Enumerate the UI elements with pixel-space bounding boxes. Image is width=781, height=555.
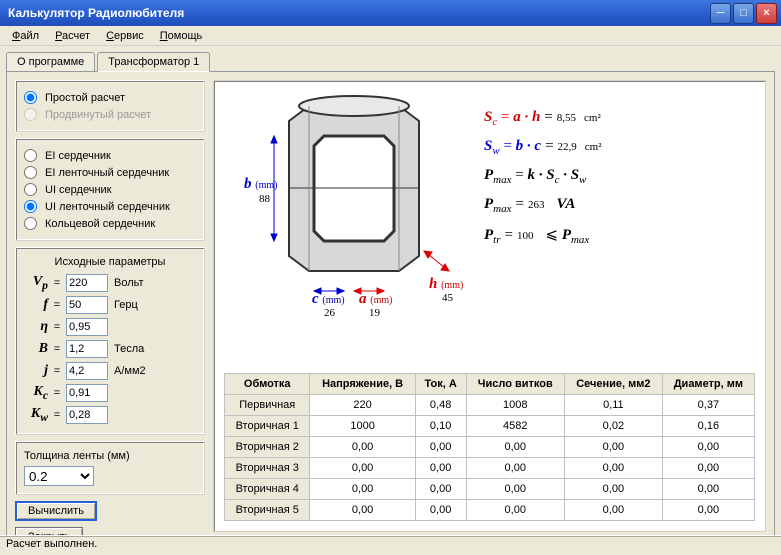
core-group: EI сердечник EI ленточный сердечник UI с…	[15, 138, 205, 241]
tape-select[interactable]: 0.2	[24, 466, 94, 486]
radio-advanced-label: Продвинутый расчет	[45, 109, 151, 121]
input-vp[interactable]	[66, 274, 108, 292]
radio-toroid[interactable]	[24, 217, 37, 230]
statusbar: Расчет выполнен.	[0, 535, 781, 555]
calc-button[interactable]: Вычислить	[15, 501, 97, 521]
table-row: Вторичная 110000,1045820,020,16	[225, 416, 755, 437]
radio-simple[interactable]	[24, 91, 37, 104]
table-row: Вторичная 40,000,000,000,000,00	[225, 479, 755, 500]
table-header: Диаметр, мм	[662, 374, 754, 395]
table-header: Сечение, мм2	[565, 374, 663, 395]
radio-ui[interactable]	[24, 183, 37, 196]
menu-help[interactable]: Помощь	[152, 28, 211, 44]
radio-toroid-label: Кольцевой сердечник	[45, 218, 155, 230]
table-row: Вторичная 50,000,000,000,000,00	[225, 500, 755, 521]
radio-ui-tape-label: UI ленточный сердечник	[45, 201, 170, 213]
params-title: Исходные параметры	[24, 256, 196, 268]
tab-about[interactable]: О программе	[6, 52, 95, 72]
close-window-button[interactable]: ×	[756, 3, 777, 24]
window-title: Калькулятор Радиолюбителя	[8, 6, 710, 20]
menubar: Файл Расчет Сервис Помощь	[0, 26, 781, 46]
radio-simple-label: Простой расчет	[45, 92, 125, 104]
tab-transformer[interactable]: Трансформатор 1	[97, 52, 210, 72]
input-f[interactable]	[66, 296, 108, 314]
menu-file[interactable]: Файл	[4, 28, 47, 44]
tape-label: Толщина ленты (мм)	[24, 450, 196, 462]
table-header: Число витков	[466, 374, 565, 395]
table-row: Первичная2200,4810080,110,37	[225, 395, 755, 416]
status-text: Расчет выполнен.	[6, 538, 97, 550]
radio-ei-label: EI сердечник	[45, 150, 111, 162]
mode-group: Простой расчет Продвинутый расчет	[15, 80, 205, 132]
input-j[interactable]	[66, 362, 108, 380]
input-eta[interactable]	[66, 318, 108, 336]
table-row: Вторичная 20,000,000,000,000,00	[225, 437, 755, 458]
table-row: Вторичная 30,000,000,000,000,00	[225, 458, 755, 479]
core-diagram: b (mm) 88 c (mm) 26 a (mm) 19 h (mm) 45	[224, 91, 484, 365]
radio-ui-tape[interactable]	[24, 200, 37, 213]
windings-table: ОбмоткаНапряжение, ВТок, АЧисло витковСе…	[224, 373, 755, 521]
titlebar: Калькулятор Радиолюбителя ─ □ ×	[0, 0, 781, 26]
input-b[interactable]	[66, 340, 108, 358]
params-group: Исходные параметры Vp=Вольт f=Герц η= B=…	[15, 247, 205, 435]
radio-ui-label: UI сердечник	[45, 184, 111, 196]
minimize-button[interactable]: ─	[710, 3, 731, 24]
tape-group: Толщина ленты (мм) 0.2	[15, 441, 205, 495]
maximize-button[interactable]: □	[733, 3, 754, 24]
result-panel: b (mm) 88 c (mm) 26 a (mm) 19 h (mm) 45 …	[213, 80, 766, 532]
table-header: Ток, А	[415, 374, 466, 395]
table-header: Напряжение, В	[310, 374, 415, 395]
radio-ei[interactable]	[24, 149, 37, 162]
menu-service[interactable]: Сервис	[98, 28, 152, 44]
input-kw[interactable]	[66, 406, 108, 424]
table-header: Обмотка	[225, 374, 310, 395]
menu-calc[interactable]: Расчет	[47, 28, 98, 44]
formulas: Sc = a · h = 8,55 cm² Sw = b · c = 22,9 …	[484, 91, 755, 365]
input-kc[interactable]	[66, 384, 108, 402]
radio-ei-tape[interactable]	[24, 166, 37, 179]
radio-advanced	[24, 108, 37, 121]
radio-ei-tape-label: EI ленточный сердечник	[45, 167, 169, 179]
